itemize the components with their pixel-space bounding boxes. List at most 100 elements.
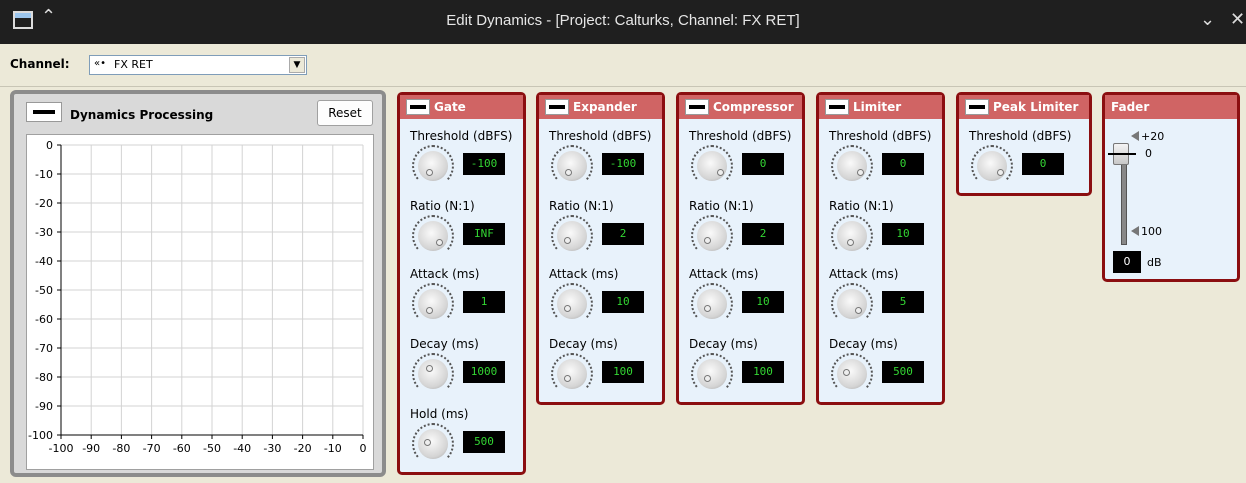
compressor-title: Compressor [713, 100, 794, 114]
limiter-threshold-label: Threshold (dBFS) [829, 129, 932, 143]
gate-decay-knob[interactable] [412, 353, 454, 395]
gate-decay-label: Decay (ms) [410, 337, 479, 351]
gate-attack-value[interactable]: 1 [463, 291, 505, 313]
gate-hold-label: Hold (ms) [410, 407, 469, 421]
compressor-attack-knob[interactable] [691, 283, 733, 325]
gate-title: Gate [434, 100, 466, 114]
y-tick-label: -10 [35, 168, 53, 181]
peak-limiter-threshold-label: Threshold (dBFS) [969, 129, 1072, 143]
chevron-down-icon[interactable]: ⌄ [1200, 9, 1215, 30]
fader-value[interactable]: 0 [1113, 251, 1141, 273]
limiter-enable-toggle[interactable] [825, 99, 849, 115]
channel-select[interactable]: «• FX RET ▼ [89, 55, 307, 75]
x-tick-label: -50 [203, 442, 221, 455]
compressor-header: Compressor [679, 95, 802, 119]
gate-hold-knob[interactable] [412, 423, 454, 465]
gate-threshold-knob[interactable] [412, 145, 454, 187]
dynamics-title: Dynamics Processing [70, 108, 214, 122]
gate-ratio-label: Ratio (N:1) [410, 199, 475, 213]
gate-threshold-label: Threshold (dBFS) [410, 129, 513, 143]
dynamics-graph[interactable]: 0 -100 -10 -90 -20 -80 -30 -70 -40 -60 -50 -50 -60 -4… [26, 134, 374, 470]
compressor-threshold-knob[interactable] [691, 145, 733, 187]
x-tick-label: -10 [324, 442, 342, 455]
compressor-decay-value[interactable]: 100 [742, 361, 784, 383]
window-title: Edit Dynamics - [Project: Calturks, Chan… [446, 12, 800, 29]
compressor-panel: Compressor Threshold (dBFS) 0 Ratio (N:1… [676, 92, 805, 405]
fader-panel: Fader +20 0 100 0 dB [1102, 92, 1240, 282]
expander-panel: Expander Threshold (dBFS) -100 Ratio (N:… [536, 92, 665, 405]
compressor-attack-value[interactable]: 10 [742, 291, 784, 313]
expander-decay-knob[interactable] [551, 353, 593, 395]
expander-attack-value[interactable]: 10 [602, 291, 644, 313]
limiter-decay-value[interactable]: 500 [882, 361, 924, 383]
fader-header: Fader [1105, 95, 1237, 119]
fader-handle[interactable] [1108, 143, 1136, 165]
fader-min-marker-icon [1131, 226, 1139, 236]
dropdown-arrow-icon[interactable]: ▼ [289, 57, 305, 73]
compressor-threshold-value[interactable]: 0 [742, 153, 784, 175]
expander-decay-value[interactable]: 100 [602, 361, 644, 383]
x-tick-label: -30 [263, 442, 281, 455]
expander-attack-knob[interactable] [551, 283, 593, 325]
expander-enable-toggle[interactable] [545, 99, 569, 115]
compressor-decay-knob[interactable] [691, 353, 733, 395]
gate-attack-knob[interactable] [412, 283, 454, 325]
y-tick-label: -70 [35, 342, 53, 355]
channel-type-icon: «• [94, 58, 107, 69]
expander-threshold-label: Threshold (dBFS) [549, 129, 652, 143]
gate-enable-toggle[interactable] [406, 99, 430, 115]
limiter-attack-value[interactable]: 5 [882, 291, 924, 313]
fader-title: Fader [1111, 100, 1150, 114]
limiter-attack-knob[interactable] [831, 283, 873, 325]
compressor-attack-label: Attack (ms) [689, 267, 759, 281]
peak-limiter-threshold-knob[interactable] [971, 145, 1013, 187]
limiter-decay-knob[interactable] [831, 353, 873, 395]
x-tick-label: 0 [360, 442, 367, 455]
channel-selected-value: FX RET [114, 58, 153, 71]
gate-hold-value[interactable]: 500 [463, 431, 505, 453]
limiter-attack-label: Attack (ms) [829, 267, 899, 281]
limiter-ratio-knob[interactable] [831, 215, 873, 257]
expander-ratio-value[interactable]: 2 [602, 223, 644, 245]
peak-limiter-threshold-value[interactable]: 0 [1022, 153, 1064, 175]
x-tick-label: -90 [82, 442, 100, 455]
y-tick-label: -20 [35, 197, 53, 210]
peak-limiter-enable-toggle[interactable] [965, 99, 989, 115]
fader-top-mark: +20 [1141, 130, 1165, 143]
channel-label: Channel: [10, 57, 70, 71]
expander-threshold-knob[interactable] [551, 145, 593, 187]
compressor-decay-label: Decay (ms) [689, 337, 758, 351]
gate-panel: Gate Threshold (dBFS) -100 Ratio (N:1) I… [397, 92, 526, 475]
expander-ratio-knob[interactable] [551, 215, 593, 257]
limiter-panel: Limiter Threshold (dBFS) 0 Ratio (N:1) 1… [816, 92, 945, 405]
compressor-ratio-knob[interactable] [691, 215, 733, 257]
peak-limiter-panel: Peak Limiter Threshold (dBFS) 0 [956, 92, 1092, 196]
compressor-enable-toggle[interactable] [685, 99, 709, 115]
y-tick-label: -100 [28, 429, 53, 442]
expander-ratio-label: Ratio (N:1) [549, 199, 614, 213]
gate-ratio-knob[interactable] [412, 215, 454, 257]
dynamics-enable-toggle[interactable] [26, 102, 62, 122]
expander-threshold-value[interactable]: -100 [602, 153, 644, 175]
dynamics-graph-svg: 0-100-10-90-20-80-30-70-40-60-50-50-60-4… [28, 139, 367, 455]
x-tick-label: -80 [112, 442, 130, 455]
expander-attack-label: Attack (ms) [549, 267, 619, 281]
fader-unit: dB [1147, 256, 1162, 269]
y-tick-label: -80 [35, 371, 53, 384]
gate-decay-value[interactable]: 1000 [463, 361, 505, 383]
gate-ratio-value[interactable]: INF [463, 223, 505, 245]
limiter-title: Limiter [853, 100, 902, 114]
limiter-ratio-value[interactable]: 10 [882, 223, 924, 245]
limiter-threshold-value[interactable]: 0 [882, 153, 924, 175]
fader-bottom-mark: 100 [1141, 225, 1162, 238]
reset-button[interactable]: Reset [317, 100, 373, 126]
y-tick-label: -60 [35, 313, 53, 326]
compressor-ratio-value[interactable]: 2 [742, 223, 784, 245]
gate-threshold-value[interactable]: -100 [463, 153, 505, 175]
limiter-threshold-knob[interactable] [831, 145, 873, 187]
x-tick-label: -20 [294, 442, 312, 455]
close-icon[interactable]: ✕ [1230, 9, 1245, 30]
gate-header: Gate [400, 95, 523, 119]
fader-zero-mark: 0 [1145, 147, 1152, 160]
expander-header: Expander [539, 95, 662, 119]
